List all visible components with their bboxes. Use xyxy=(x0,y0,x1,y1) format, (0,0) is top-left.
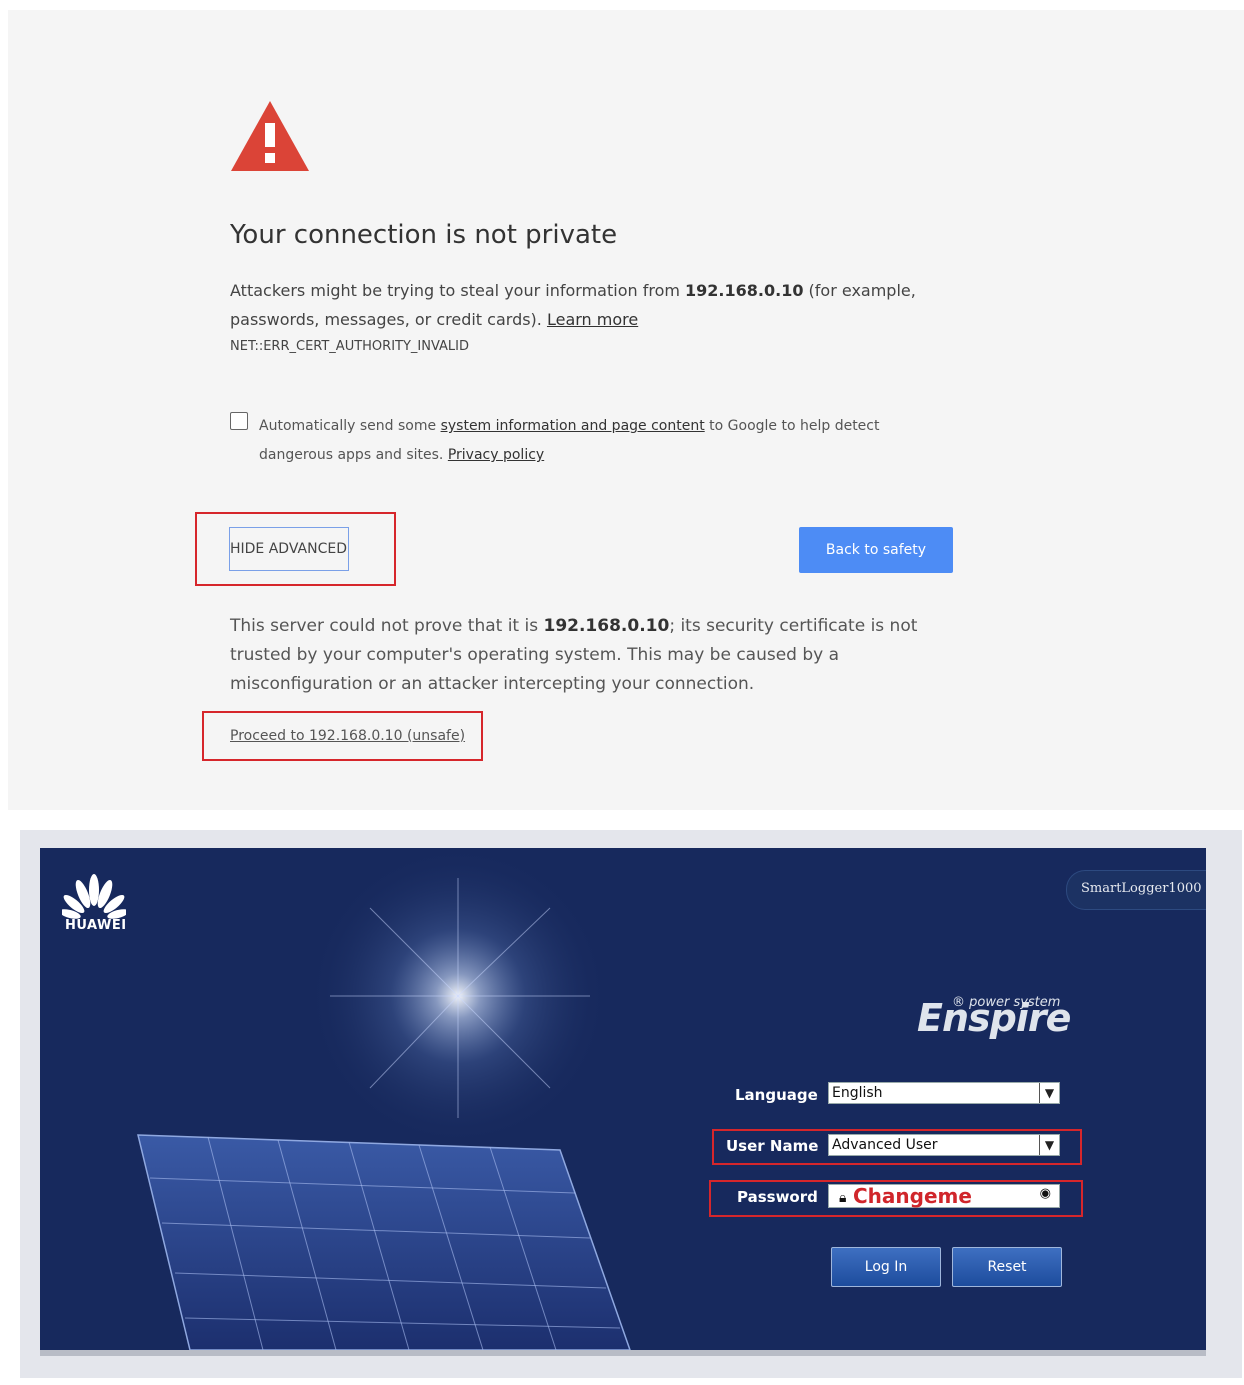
error-description: Attackers might be trying to steal your … xyxy=(230,276,920,334)
checkbox-prefix: Automatically send some xyxy=(259,418,441,434)
model-name: SmartLogger1000 xyxy=(1081,881,1202,896)
error-code: NET::ERR_CERT_AUTHORITY_INVALID xyxy=(230,339,470,354)
language-select[interactable]: English ▼ xyxy=(828,1082,1060,1104)
solar-panel xyxy=(137,1134,631,1350)
explain-host: 192.168.0.10 xyxy=(543,616,670,636)
page-title: Your connection is not private xyxy=(230,220,618,250)
back-to-safety-button[interactable]: Back to safety xyxy=(799,527,953,573)
desc-prefix: Attackers might be trying to steal your … xyxy=(230,281,686,300)
privacy-policy-link[interactable]: Privacy policy xyxy=(448,447,544,463)
desc-host: 192.168.0.10 xyxy=(685,281,804,300)
checkbox-icon[interactable] xyxy=(230,412,248,430)
language-label: Language xyxy=(735,1086,818,1104)
login-button[interactable]: Log In xyxy=(831,1247,941,1287)
highlight-box-username xyxy=(712,1129,1082,1165)
highlight-box-hide-advanced xyxy=(195,512,396,586)
privacy-error-page: Your connection is not private Attackers… xyxy=(8,10,1244,810)
highlight-box-proceed xyxy=(202,711,483,761)
reset-button[interactable]: Reset xyxy=(952,1247,1062,1287)
explain-prefix: This server could not prove that it is xyxy=(230,616,544,636)
learn-more-link[interactable]: Learn more xyxy=(547,310,638,329)
chevron-down-icon[interactable]: ▼ xyxy=(1039,1083,1059,1103)
warning-triangle-icon xyxy=(231,101,309,171)
checkbox-label: Automatically send some system informati… xyxy=(259,412,899,470)
advanced-explanation: This server could not prove that it is 1… xyxy=(230,612,960,699)
huawei-logo-text: HUAWEI xyxy=(65,918,127,933)
highlight-box-password xyxy=(709,1180,1083,1217)
login-shadow xyxy=(40,1350,1206,1356)
system-info-link[interactable]: system information and page content xyxy=(441,418,705,434)
product-tagline: ® power system xyxy=(952,995,1061,1010)
language-value: English xyxy=(832,1085,883,1101)
smartlogger-login-page: HUAWEI SmartLogger1000 Enspire ® power s… xyxy=(40,848,1206,1350)
